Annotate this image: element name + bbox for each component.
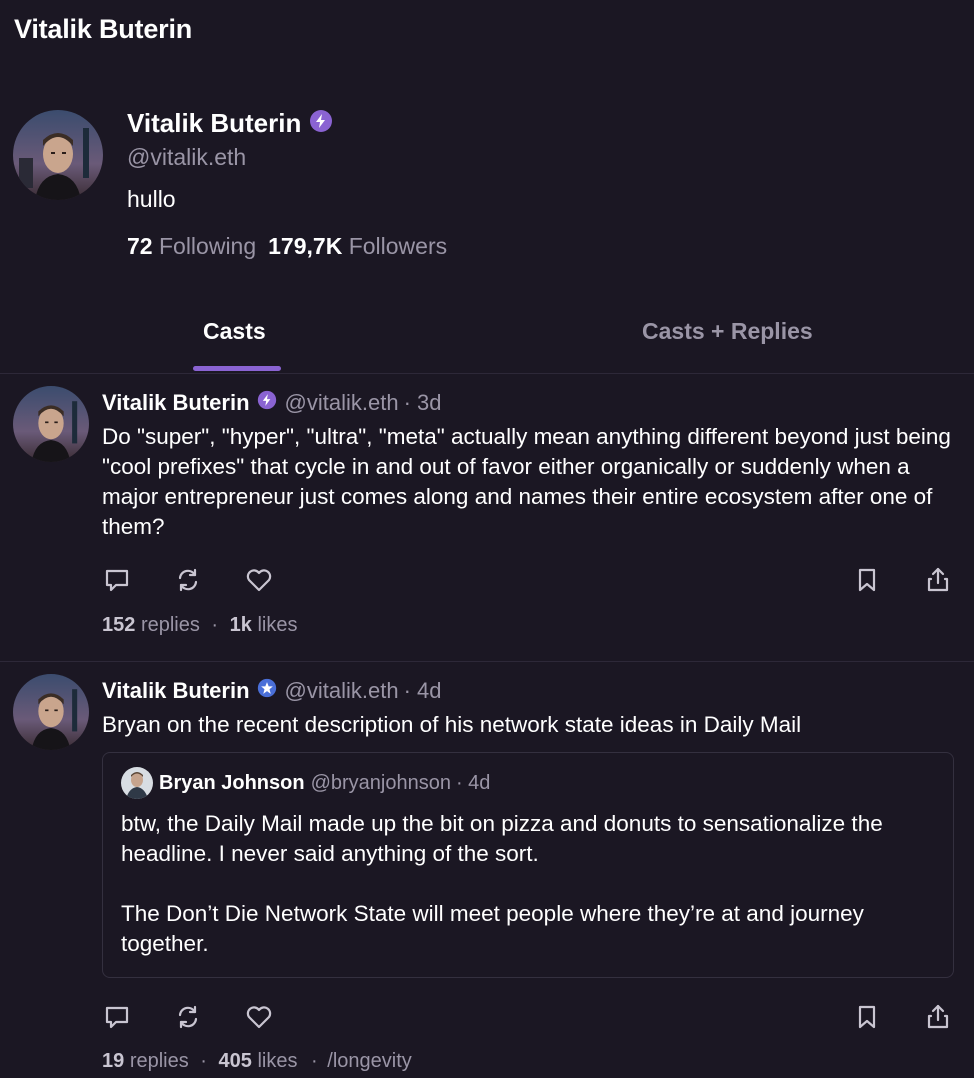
likes-label: likes [257,1050,298,1072]
author-handle[interactable]: @vitalik.eth [285,390,399,416]
quoted-cast[interactable]: Bryan Johnson @bryanjohnson · 4d btw, th… [102,752,954,978]
quoted-author-handle[interactable]: @bryanjohnson [311,772,451,795]
share-icon[interactable] [923,565,953,595]
reply-icon[interactable] [102,1002,132,1032]
following-count: 72 [127,233,153,259]
followers-label: Followers [348,233,448,259]
channel-link[interactable]: /longevity [327,1050,412,1072]
quoted-author-name[interactable]: Bryan Johnson [159,772,305,795]
page-title: Vitalik Buterin [14,14,193,44]
power-badge-icon [257,390,277,416]
recast-icon[interactable] [173,1002,203,1032]
likes-label: likes [257,614,298,636]
recast-icon[interactable] [173,565,203,595]
like-icon[interactable] [244,1002,274,1032]
cast-actions [102,565,962,597]
followers-count: 179,7K [268,233,343,259]
quoted-cast-header: Bryan Johnson @bryanjohnson · 4d [121,767,490,799]
share-icon[interactable] [923,1002,953,1032]
cast-time: · 3d [403,390,442,415]
replies-label: replies [140,614,200,636]
bookmark-icon[interactable] [852,1002,882,1032]
cast-actions [102,1002,962,1034]
cast-stats: 152 replies · 1k likes [102,614,297,637]
profile-handle: @vitalik.eth [127,144,247,170]
quoted-author-avatar[interactable] [121,767,153,799]
tab-casts-replies[interactable]: Casts + Replies [642,318,813,345]
author-avatar[interactable] [13,386,89,462]
cast-text: Bryan on the recent description of his n… [102,712,802,737]
cast-header: Vitalik Buterin @vitalik.eth · 3d [102,390,442,416]
cast-stats: 19 replies · 405 likes · /longevity [102,1050,412,1073]
followers-link[interactable]: 179,7K Followers [268,233,447,260]
author-handle[interactable]: @vitalik.eth [285,678,399,704]
following-label: Following [158,233,257,259]
power-badge-icon [309,109,333,138]
profile-page: Vitalik Buterin Vitalik Buterin @vitalik… [0,0,974,1078]
tab-casts[interactable]: Casts [203,318,266,345]
replies-count: 19 [102,1050,125,1072]
active-tab-indicator [193,366,281,371]
replies-label: replies [129,1050,189,1072]
profile-tabs: Casts Casts + Replies [0,300,974,373]
star-badge-icon [257,678,277,704]
profile-bio: hullo [127,186,176,212]
profile-avatar[interactable] [13,110,103,200]
reply-icon[interactable] [102,565,132,595]
author-name[interactable]: Vitalik Buterin [102,678,250,704]
cast-time: · 4d [403,678,442,703]
cast-text: Do "super", "hyper", "ultra", "meta" act… [102,424,951,539]
quoted-cast-text: btw, the Daily Mail made up the bit on p… [121,811,883,956]
profile-stats: 72 Following 179,7K Followers [127,233,447,260]
meta-separator: · [311,1050,318,1072]
quoted-cast-time: · 4d [455,771,491,794]
likes-count: 405 [218,1050,252,1072]
cast-item[interactable]: Vitalik Buterin @vitalik.eth · 4d Bryan … [0,662,974,1078]
cast-header: Vitalik Buterin @vitalik.eth · 4d [102,678,442,704]
like-icon[interactable] [244,565,274,595]
bookmark-icon[interactable] [852,565,882,595]
cast-item[interactable]: Vitalik Buterin @vitalik.eth · 3d Do "su… [0,374,974,661]
replies-count: 152 [102,614,136,636]
profile-name-row: Vitalik Buterin [127,108,333,139]
meta-separator: · [211,614,219,636]
profile-name: Vitalik Buterin [127,108,302,138]
following-link[interactable]: 72 Following [127,233,256,260]
author-name[interactable]: Vitalik Buterin [102,390,250,416]
meta-separator: · [200,1050,207,1072]
author-avatar[interactable] [13,674,89,750]
likes-count: 1k [229,614,252,636]
